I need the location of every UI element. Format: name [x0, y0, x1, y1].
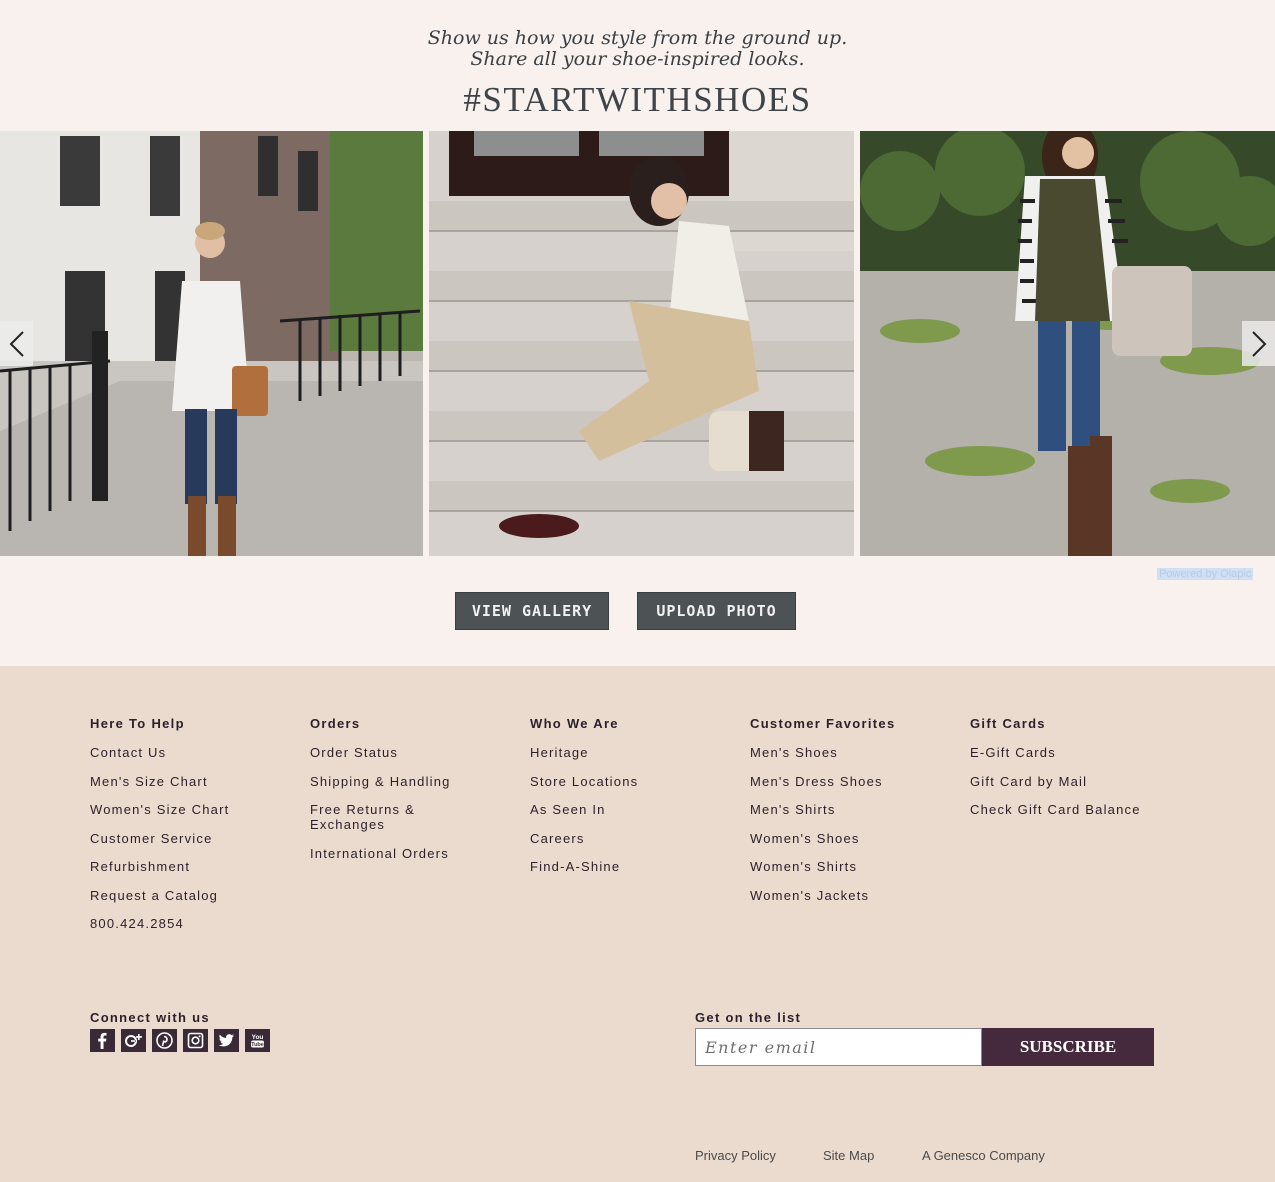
- social-connect: Connect with us You Tube: [90, 1010, 270, 1052]
- footer-link-contact-us[interactable]: Contact Us: [90, 745, 300, 760]
- footer-link-international-orders[interactable]: International Orders: [310, 846, 520, 861]
- instagram-icon[interactable]: [183, 1029, 208, 1052]
- carousel-next-button[interactable]: [1242, 321, 1275, 366]
- footer-link-mens-shirts[interactable]: Men's Shirts: [750, 802, 960, 817]
- newsletter-form: SUBSCRIBE: [695, 1028, 1154, 1066]
- footer-link-as-seen-in[interactable]: As Seen In: [530, 802, 740, 817]
- site-footer: Here To Help Contact Us Men's Size Chart…: [0, 666, 1275, 1182]
- view-gallery-button[interactable]: VIEW GALLERY: [455, 592, 609, 630]
- footer-column-gift-cards: Gift Cards E-Gift Cards Gift Card by Mai…: [970, 716, 1180, 831]
- footer-link-mens-size-chart[interactable]: Men's Size Chart: [90, 774, 300, 789]
- pinterest-icon[interactable]: [152, 1029, 177, 1052]
- photo-steps-outfit: [429, 131, 854, 556]
- ugc-tagline: Show us how you style from the ground up…: [0, 28, 1275, 70]
- footer-column-heading: Gift Cards: [970, 716, 1046, 731]
- carousel-prev-button[interactable]: [0, 321, 33, 366]
- footer-link-heritage[interactable]: Heritage: [530, 745, 740, 760]
- footer-link-careers[interactable]: Careers: [530, 831, 740, 846]
- footer-link-store-locations[interactable]: Store Locations: [530, 774, 740, 789]
- footer-column-customer-favorites: Customer Favorites Men's Shoes Men's Dre…: [750, 716, 960, 916]
- genesco-company-link[interactable]: A Genesco Company: [922, 1148, 1045, 1163]
- footer-column-heading: Who We Are: [530, 716, 619, 731]
- footer-link-check-gift-card-balance[interactable]: Check Gift Card Balance: [970, 802, 1180, 817]
- email-input[interactable]: [695, 1028, 982, 1066]
- gallery-photo-1[interactable]: [0, 131, 423, 556]
- ugc-section: Show us how you style from the ground up…: [0, 0, 1275, 666]
- footer-column-here-to-help: Here To Help Contact Us Men's Size Chart…: [90, 716, 300, 945]
- youtube-icon[interactable]: You Tube: [245, 1029, 270, 1052]
- footer-link-customer-service[interactable]: Customer Service: [90, 831, 300, 846]
- footer-link-womens-shoes[interactable]: Women's Shoes: [750, 831, 960, 846]
- chevron-right-icon: [1251, 330, 1266, 357]
- powered-by-olapic[interactable]: Powered by Olapic: [1157, 568, 1254, 580]
- newsletter-heading: Get on the list: [695, 1010, 802, 1025]
- footer-column-heading: Customer Favorites: [750, 716, 896, 731]
- svg-text:Tube: Tube: [251, 1042, 264, 1048]
- gallery-photo-2[interactable]: [429, 131, 854, 556]
- photo-street-outfit: [0, 131, 423, 556]
- upload-photo-button[interactable]: UPLOAD PHOTO: [637, 592, 796, 630]
- footer-column-orders: Orders Order Status Shipping & Handling …: [310, 716, 520, 874]
- tagline-line-1: Show us how you style from the ground up…: [427, 27, 848, 49]
- hashtag-heading: #STARTWITHSHOES: [463, 80, 812, 119]
- footer-link-order-status[interactable]: Order Status: [310, 745, 520, 760]
- footer-link-request-catalog[interactable]: Request a Catalog: [90, 888, 300, 903]
- site-map-link[interactable]: Site Map: [823, 1148, 874, 1163]
- footer-link-womens-size-chart[interactable]: Women's Size Chart: [90, 802, 300, 817]
- tagline-line-2: Share all your shoe-inspired looks.: [470, 48, 805, 70]
- photo-vest-outfit: [860, 131, 1275, 556]
- footer-link-mens-dress-shoes[interactable]: Men's Dress Shoes: [750, 774, 960, 789]
- footer-link-gift-card-by-mail[interactable]: Gift Card by Mail: [970, 774, 1180, 789]
- newsletter-signup: Get on the list SUBSCRIBE: [695, 1010, 1154, 1066]
- footer-link-womens-jackets[interactable]: Women's Jackets: [750, 888, 960, 903]
- photo-carousel: [0, 131, 1275, 556]
- gallery-photo-3[interactable]: [860, 131, 1275, 556]
- facebook-icon[interactable]: [90, 1029, 115, 1052]
- chevron-left-icon: [9, 330, 24, 357]
- svg-text:You: You: [252, 1034, 264, 1041]
- subscribe-button[interactable]: SUBSCRIBE: [982, 1028, 1154, 1066]
- footer-phone-number[interactable]: 800.424.2854: [90, 916, 300, 931]
- twitter-icon[interactable]: [214, 1029, 239, 1052]
- connect-heading: Connect with us: [90, 1010, 210, 1025]
- footer-link-find-a-shine[interactable]: Find-A-Shine: [530, 859, 740, 874]
- google-plus-icon[interactable]: [121, 1029, 146, 1052]
- footer-link-shipping-handling[interactable]: Shipping & Handling: [310, 774, 520, 789]
- privacy-policy-link[interactable]: Privacy Policy: [695, 1148, 776, 1163]
- footer-link-free-returns[interactable]: Free Returns & Exchanges: [310, 802, 430, 832]
- footer-link-e-gift-cards[interactable]: E-Gift Cards: [970, 745, 1180, 760]
- footer-link-refurbishment[interactable]: Refurbishment: [90, 859, 300, 874]
- footer-column-who-we-are: Who We Are Heritage Store Locations As S…: [530, 716, 740, 888]
- social-icons-row: You Tube: [90, 1029, 270, 1052]
- footer-column-heading: Here To Help: [90, 716, 185, 731]
- footer-column-heading: Orders: [310, 716, 361, 731]
- footer-link-womens-shirts[interactable]: Women's Shirts: [750, 859, 960, 874]
- footer-link-mens-shoes[interactable]: Men's Shoes: [750, 745, 960, 760]
